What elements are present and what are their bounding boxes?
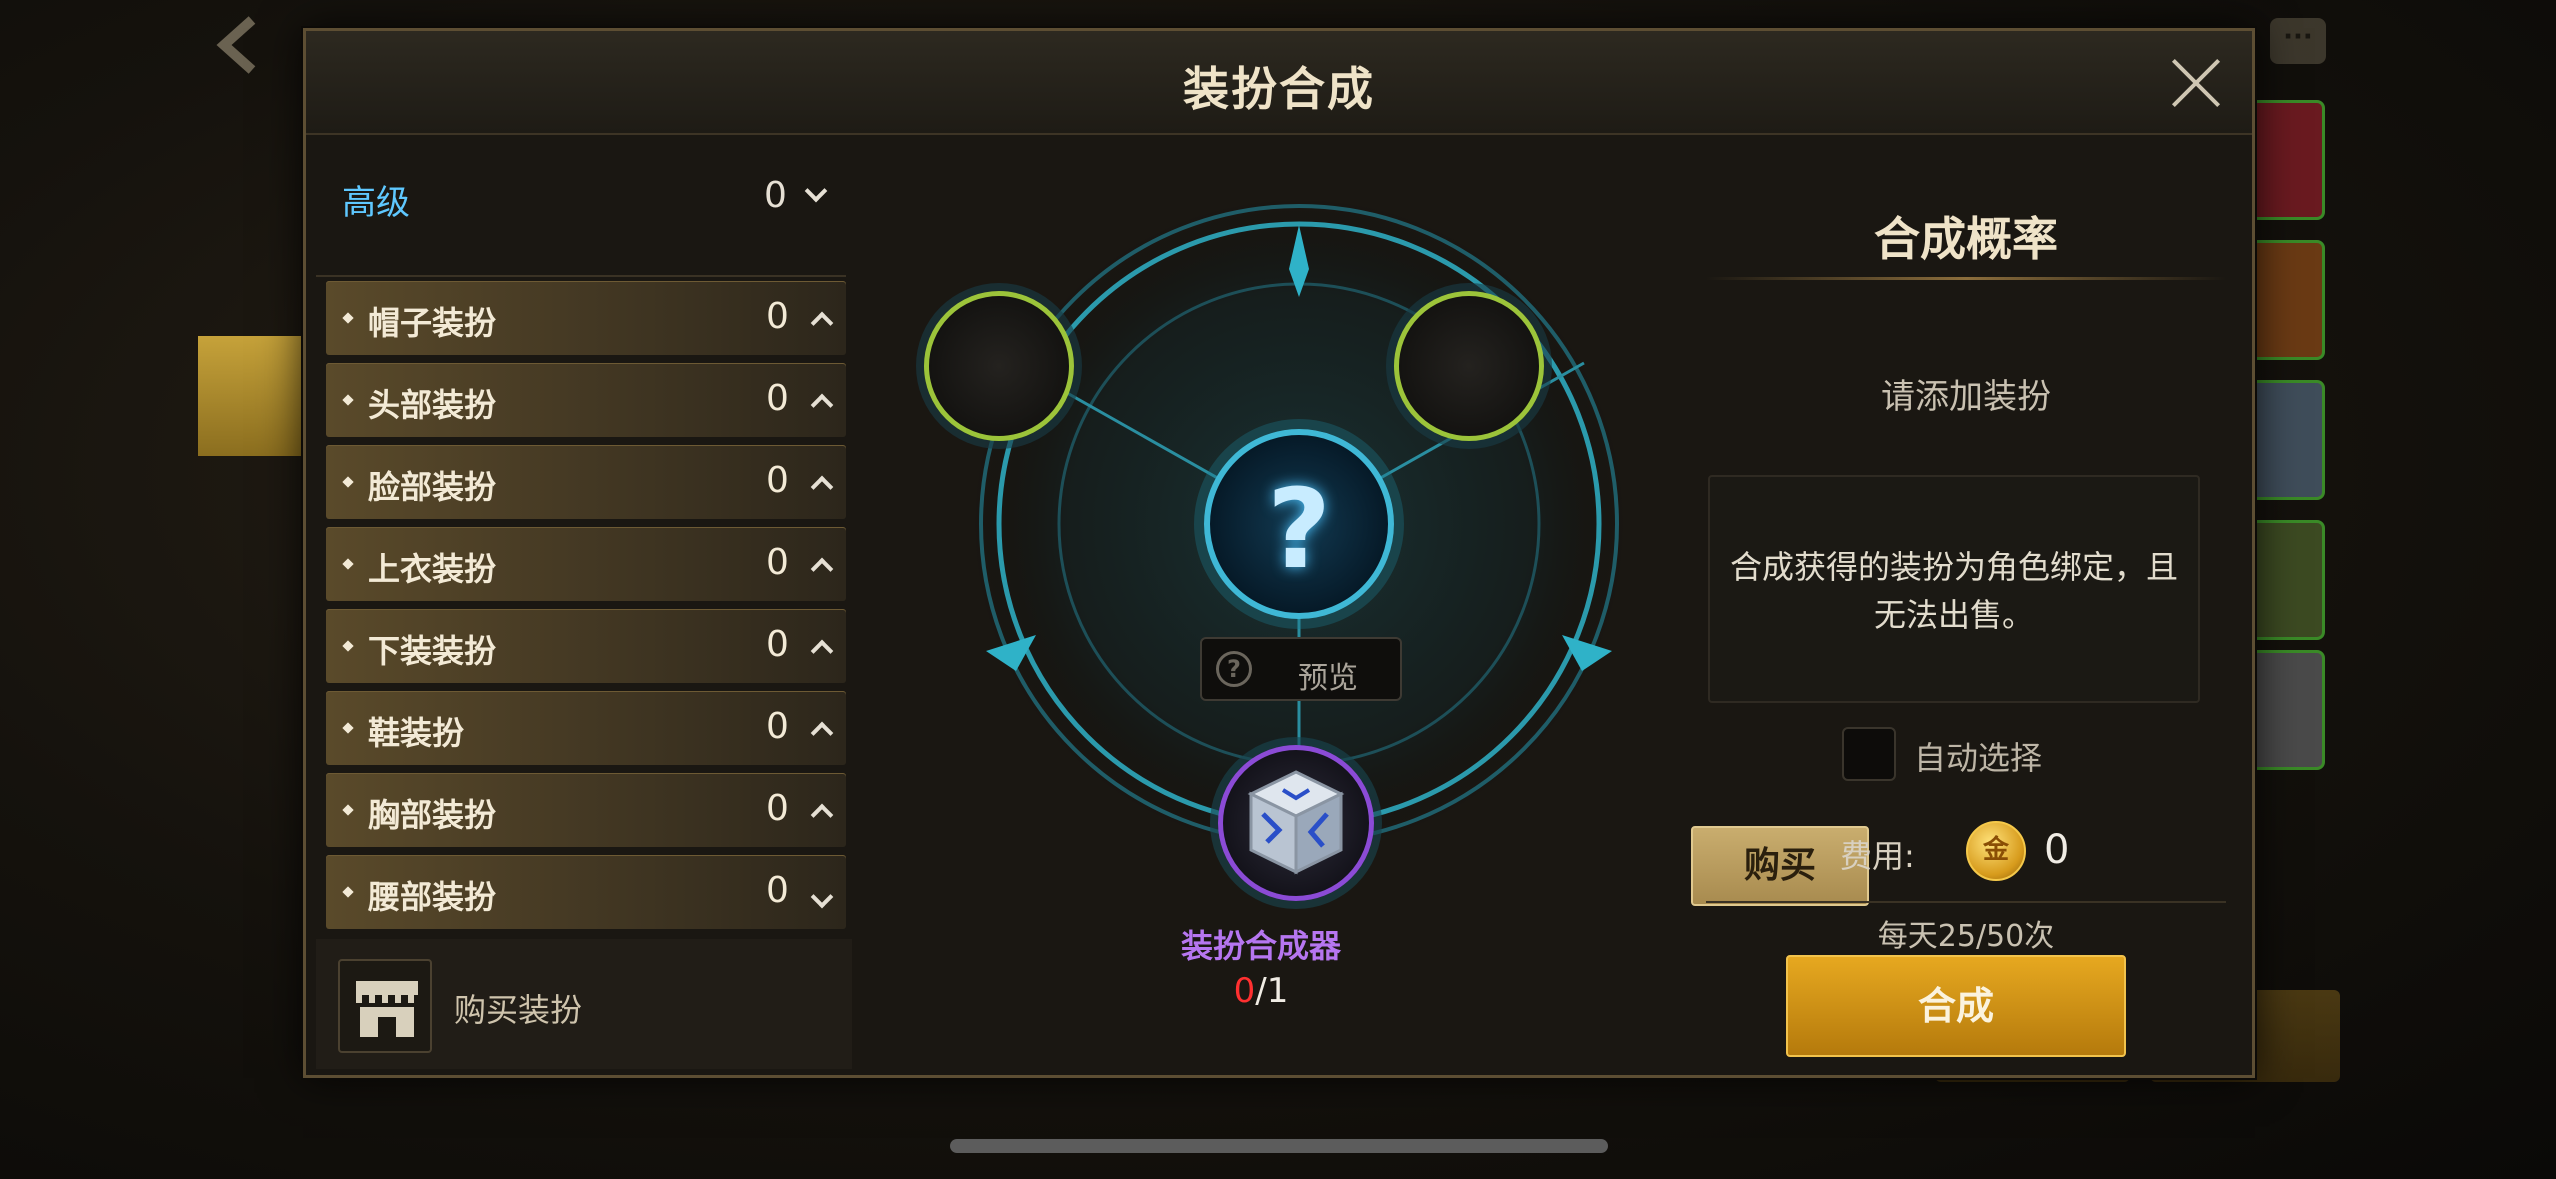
result-slot[interactable]: ? <box>1204 429 1394 619</box>
category-item-hat[interactable]: 帽子装扮 0 <box>326 281 846 355</box>
bullet-icon <box>342 804 354 816</box>
divider <box>1706 901 2226 903</box>
category-item-face[interactable]: 脸部装扮 0 <box>326 445 846 519</box>
shop-icon <box>338 959 432 1053</box>
quantity-separator: / <box>1255 971 1267 1011</box>
grade-selector[interactable]: 高级 0 <box>316 141 846 251</box>
bullet-icon <box>342 476 354 488</box>
dialog-title: 装扮合成 <box>1183 62 1375 116</box>
bg-tab <box>200 110 300 230</box>
bullet-icon <box>342 886 354 898</box>
category-list: 帽子装扮 0 头部装扮 0 脸部装扮 0 上衣装扮 0 下装装扮 0 鞋装扮 0… <box>326 281 846 937</box>
bullet-icon <box>342 558 354 570</box>
chevron-up-icon <box>810 475 834 499</box>
chat-icon <box>2270 18 2326 64</box>
home-indicator[interactable] <box>950 1139 1608 1153</box>
add-outfit-prompt: 请添加装扮 <box>1881 377 2051 417</box>
notice-text: 合成获得的装扮为角色绑定，且无法出售。 <box>1729 548 2178 634</box>
material-slot-right[interactable] <box>1394 291 1544 441</box>
category-label: 帽子装扮 <box>368 304 497 342</box>
buy-outfit-label: 购买装扮 <box>454 991 583 1029</box>
chevron-up-icon <box>810 721 834 745</box>
category-count: 0 <box>766 788 789 829</box>
question-mark-icon: ? <box>1216 651 1252 687</box>
auto-select-label: 自动选择 <box>1914 739 2043 777</box>
back-arrow-icon <box>216 16 256 74</box>
chevron-up-icon <box>810 803 834 827</box>
category-count: 0 <box>766 624 789 665</box>
daily-limit: 每天25/50次 <box>1877 919 2055 954</box>
bullet-icon <box>342 312 354 324</box>
quantity-owned: 0 <box>1233 971 1256 1011</box>
chevron-up-icon <box>810 311 834 335</box>
category-label: 头部装扮 <box>368 386 497 424</box>
notice-box: 合成获得的装扮为角色绑定，且无法出售。 <box>1708 475 2200 703</box>
category-count: 0 <box>766 542 789 583</box>
bg-thumbnail <box>2245 380 2325 500</box>
category-item-shoes[interactable]: 鞋装扮 0 <box>326 691 846 765</box>
synthesize-button[interactable]: 合成 <box>1786 955 2126 1057</box>
category-item-head[interactable]: 头部装扮 0 <box>326 363 846 437</box>
chevron-up-icon <box>810 557 834 581</box>
bg-thumbnail <box>2245 520 2325 640</box>
bullet-icon <box>342 722 354 734</box>
bg-tab-active <box>198 336 308 456</box>
synthesizer-item-slot[interactable] <box>1218 745 1374 901</box>
bg-thumbnail <box>2245 100 2325 220</box>
cost-value: 0 <box>2044 827 2070 873</box>
category-count: 0 <box>766 870 789 911</box>
chevron-down-icon <box>804 179 828 203</box>
auto-select-checkbox[interactable] <box>1842 727 1896 781</box>
preview-button[interactable]: ? 预览 <box>1200 637 1402 701</box>
chevron-up-icon <box>810 639 834 663</box>
grade-count: 0 <box>764 175 787 216</box>
category-panel: 高级 0 帽子装扮 0 头部装扮 0 脸部装扮 0 上衣装扮 0 下装装扮 0 … <box>316 141 856 1071</box>
bullet-icon <box>342 640 354 652</box>
close-icon[interactable] <box>2168 55 2224 111</box>
material-slot-left[interactable] <box>924 291 1074 441</box>
quantity-required: 1 <box>1266 971 1289 1011</box>
synthesizer-name: 装扮合成器 <box>1180 927 1341 965</box>
divider <box>316 275 846 277</box>
category-count: 0 <box>766 460 789 501</box>
category-label: 脸部装扮 <box>368 468 497 506</box>
synthesis-stage: ? ? 预览 装扮合成器 0/1 <box>866 141 1646 1071</box>
synthesis-rate-panel: 合成概率 请添加装扮 合成获得的装扮为角色绑定，且无法出售。 自动选择 费用: … <box>1686 141 2246 1071</box>
cost-label: 费用: <box>1840 837 1915 875</box>
dialog-header: 装扮合成 <box>306 31 2252 135</box>
synthesizer-quantity: 0/1 <box>866 971 1656 1011</box>
category-count: 0 <box>766 706 789 747</box>
synthesizer-cube-icon <box>1247 770 1345 875</box>
gold-coin-icon: 金 <box>1966 821 2026 881</box>
divider <box>1706 277 2226 280</box>
preview-label: 预览 <box>1298 661 1358 696</box>
category-label: 腰部装扮 <box>368 878 497 916</box>
chevron-down-icon <box>810 885 834 909</box>
bullet-icon <box>342 394 354 406</box>
category-label: 下装装扮 <box>368 632 497 670</box>
category-item-waist[interactable]: 腰部装扮 0 <box>326 855 846 929</box>
category-count: 0 <box>766 296 789 337</box>
category-item-bottom[interactable]: 下装装扮 0 <box>326 609 846 683</box>
rate-title: 合成概率 <box>1874 212 2058 266</box>
grade-label: 高级 <box>342 183 410 223</box>
outfit-synthesis-dialog: 装扮合成 高级 0 帽子装扮 0 头部装扮 0 脸部装扮 0 上衣装扮 0 下装… <box>303 28 2255 1078</box>
category-count: 0 <box>766 378 789 419</box>
category-item-chest[interactable]: 胸部装扮 0 <box>326 773 846 847</box>
bg-thumbnail <box>2245 240 2325 360</box>
category-label: 鞋装扮 <box>368 714 465 752</box>
category-label: 上衣装扮 <box>368 550 497 588</box>
question-mark-icon: ? <box>1267 465 1331 593</box>
category-item-top[interactable]: 上衣装扮 0 <box>326 527 846 601</box>
bg-thumbnail <box>2245 650 2325 770</box>
category-label: 胸部装扮 <box>368 796 497 834</box>
buy-outfit-button[interactable]: 购买装扮 <box>316 939 852 1069</box>
chevron-up-icon <box>810 393 834 417</box>
